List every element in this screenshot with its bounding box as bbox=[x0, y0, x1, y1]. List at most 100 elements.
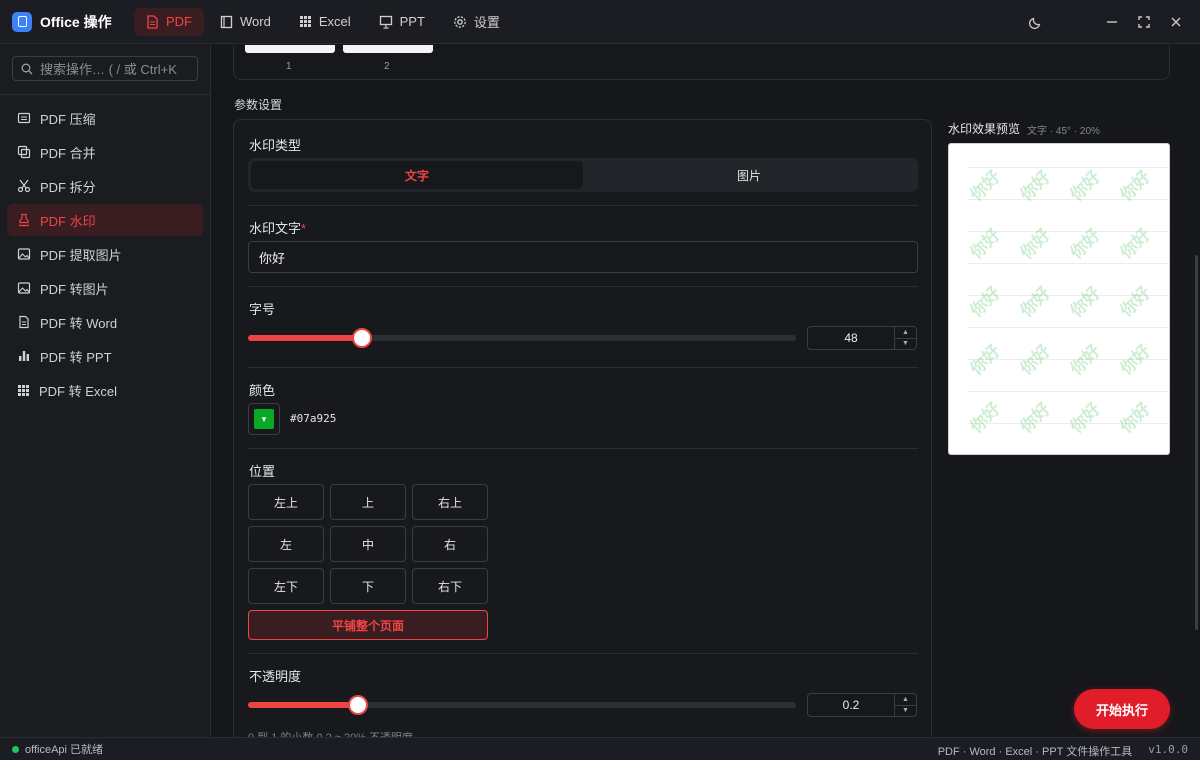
window-controls bbox=[1020, 0, 1200, 44]
tab-excel[interactable]: Excel bbox=[287, 8, 363, 36]
sidebar: 搜索操作… ( / 或 Ctrl+K PDF 压缩 PDF 合并 PDF 拆分 … bbox=[0, 45, 211, 737]
divider bbox=[248, 286, 918, 287]
position-top-right[interactable]: 右上 bbox=[412, 484, 488, 520]
tab-settings-label: 设置 bbox=[473, 15, 500, 30]
stepper-arrows: ▲ ▼ bbox=[894, 327, 916, 349]
tab-settings[interactable]: 设置 bbox=[441, 8, 512, 36]
sidebar-item-label: PDF 转图片 bbox=[40, 281, 109, 297]
image-icon bbox=[17, 282, 31, 294]
sidebar-item-label: PDF 水印 bbox=[40, 213, 96, 229]
tab-pdf[interactable]: PDF bbox=[134, 7, 204, 36]
watermark-preview: 你好 你好 你好 你好 你好 你好 你好 你好 你好 你好 你好 你好 你好 你好 你好 你好 你好 你好 你好 你好 bbox=[948, 143, 1170, 455]
sidebar-item-pdf-compress[interactable]: PDF 压缩 bbox=[7, 102, 203, 134]
sidebar-item-pdf-to-excel[interactable]: PDF 转 Excel bbox=[7, 374, 203, 406]
sidebar-item-pdf-watermark[interactable]: PDF 水印 bbox=[7, 204, 203, 236]
scissors-icon bbox=[17, 179, 31, 193]
font-size-slider[interactable] bbox=[248, 328, 796, 348]
font-size-value[interactable]: 48 bbox=[808, 331, 894, 345]
increment-button[interactable]: ▲ bbox=[895, 694, 916, 705]
grid-icon bbox=[299, 16, 311, 27]
theme-toggle-button[interactable] bbox=[1020, 6, 1052, 38]
watermark-tile: 你好 bbox=[1066, 283, 1105, 321]
tab-ppt-label: PPT bbox=[399, 14, 425, 29]
page-thumbnail[interactable] bbox=[245, 45, 335, 53]
params-panel: 水印类型 文字 图片 水印文字* 你好 字号 48 ▲ ▼ 颜色 ▾ #07a9… bbox=[233, 119, 932, 737]
watermark-tile: 你好 bbox=[966, 225, 1005, 263]
type-option-text[interactable]: 文字 bbox=[251, 161, 583, 189]
maximize-button[interactable] bbox=[1128, 6, 1160, 38]
position-left[interactable]: 左 bbox=[248, 526, 324, 562]
color-picker[interactable]: ▾ bbox=[248, 403, 280, 435]
sidebar-item-pdf-extract-images[interactable]: PDF 提取图片 bbox=[7, 238, 203, 270]
tab-ppt[interactable]: PPT bbox=[367, 8, 437, 36]
decrement-button[interactable]: ▼ bbox=[895, 704, 916, 717]
search-input[interactable]: 搜索操作… ( / 或 Ctrl+K bbox=[12, 56, 198, 81]
watermark-tile: 你好 bbox=[1066, 341, 1105, 379]
position-top[interactable]: 上 bbox=[330, 484, 406, 520]
status-indicator-icon bbox=[12, 745, 19, 753]
opacity-stepper[interactable]: 0.2 ▲ ▼ bbox=[807, 693, 917, 717]
position-bottom-right[interactable]: 右下 bbox=[412, 568, 488, 604]
position-top-left[interactable]: 左上 bbox=[248, 484, 324, 520]
page-thumbnail[interactable] bbox=[343, 45, 433, 53]
type-option-image[interactable]: 图片 bbox=[583, 161, 915, 189]
color-hex-value: #07a925 bbox=[290, 412, 337, 425]
close-button[interactable] bbox=[1160, 6, 1192, 38]
watermark-tile: 你好 bbox=[1016, 225, 1055, 263]
minimize-button[interactable] bbox=[1096, 6, 1128, 38]
status-description: PDF · Word · Excel · PPT 文件操作工具 bbox=[937, 746, 1133, 758]
font-size-label: 字号 bbox=[249, 302, 276, 317]
tab-word[interactable]: Word bbox=[208, 8, 283, 36]
top-nav: PDF Word Excel PPT 设置 bbox=[134, 7, 512, 36]
watermark-text-label: 水印文字* bbox=[249, 218, 306, 237]
tab-pdf-label: PDF bbox=[166, 14, 192, 29]
version-label: v1.0.0 bbox=[1148, 743, 1188, 756]
sidebar-item-pdf-to-image[interactable]: PDF 转图片 bbox=[7, 272, 203, 304]
bar-chart-icon bbox=[19, 351, 29, 361]
slider-handle[interactable] bbox=[351, 328, 372, 348]
tile-page-button[interactable]: 平铺整个页面 bbox=[248, 610, 488, 640]
scrollbar[interactable] bbox=[1195, 255, 1198, 630]
page-number: 2 bbox=[384, 61, 390, 72]
chevron-down-icon: ▾ bbox=[254, 409, 274, 429]
run-button[interactable]: 开始执行 bbox=[1074, 689, 1170, 729]
watermark-tile: 你好 bbox=[1016, 283, 1055, 321]
increment-button[interactable]: ▲ bbox=[895, 327, 916, 338]
preview-line bbox=[967, 327, 1169, 328]
tab-excel-label: Excel bbox=[318, 14, 351, 29]
preview-line bbox=[967, 263, 1169, 264]
position-bottom-left[interactable]: 左下 bbox=[248, 568, 324, 604]
watermark-text-input[interactable]: 你好 bbox=[248, 241, 918, 273]
page-number: 1 bbox=[286, 61, 292, 72]
gear-icon bbox=[454, 15, 466, 28]
watermark-tile: 你好 bbox=[1066, 225, 1105, 263]
watermark-tile: 你好 bbox=[1066, 399, 1105, 437]
search-icon bbox=[21, 63, 33, 74]
stepper-arrows: ▲ ▼ bbox=[894, 694, 916, 716]
watermark-tile: 你好 bbox=[1116, 341, 1155, 379]
divider bbox=[248, 653, 918, 654]
slider-fill bbox=[248, 702, 358, 708]
opacity-hint: 0 到 1 的小数 0.2 ≈ 20% 不透明度 bbox=[248, 729, 413, 737]
slider-handle[interactable] bbox=[347, 695, 368, 715]
app-title: Office 操作 bbox=[40, 13, 112, 30]
color-label: 颜色 bbox=[249, 383, 276, 398]
position-bottom[interactable]: 下 bbox=[330, 568, 406, 604]
position-label: 位置 bbox=[249, 464, 276, 479]
stamp-icon bbox=[19, 213, 29, 227]
opacity-value[interactable]: 0.2 bbox=[808, 698, 894, 712]
sidebar-item-pdf-merge[interactable]: PDF 合并 bbox=[7, 136, 203, 168]
divider bbox=[248, 367, 918, 368]
watermark-tile: 你好 bbox=[966, 399, 1005, 437]
sidebar-item-pdf-split[interactable]: PDF 拆分 bbox=[7, 170, 203, 202]
opacity-slider[interactable] bbox=[248, 695, 796, 715]
position-center[interactable]: 中 bbox=[330, 526, 406, 562]
status-bar: officeApi 已就绪 PDF · Word · Excel · PPT 文… bbox=[0, 737, 1200, 760]
opacity-label: 不透明度 bbox=[249, 669, 302, 684]
decrement-button[interactable]: ▼ bbox=[895, 337, 916, 350]
position-right[interactable]: 右 bbox=[412, 526, 488, 562]
watermark-type-label: 水印类型 bbox=[249, 138, 302, 153]
font-size-stepper[interactable]: 48 ▲ ▼ bbox=[807, 326, 917, 350]
sidebar-item-pdf-to-ppt[interactable]: PDF 转 PPT bbox=[7, 340, 203, 372]
sidebar-item-pdf-to-word[interactable]: PDF 转 Word bbox=[7, 306, 203, 338]
